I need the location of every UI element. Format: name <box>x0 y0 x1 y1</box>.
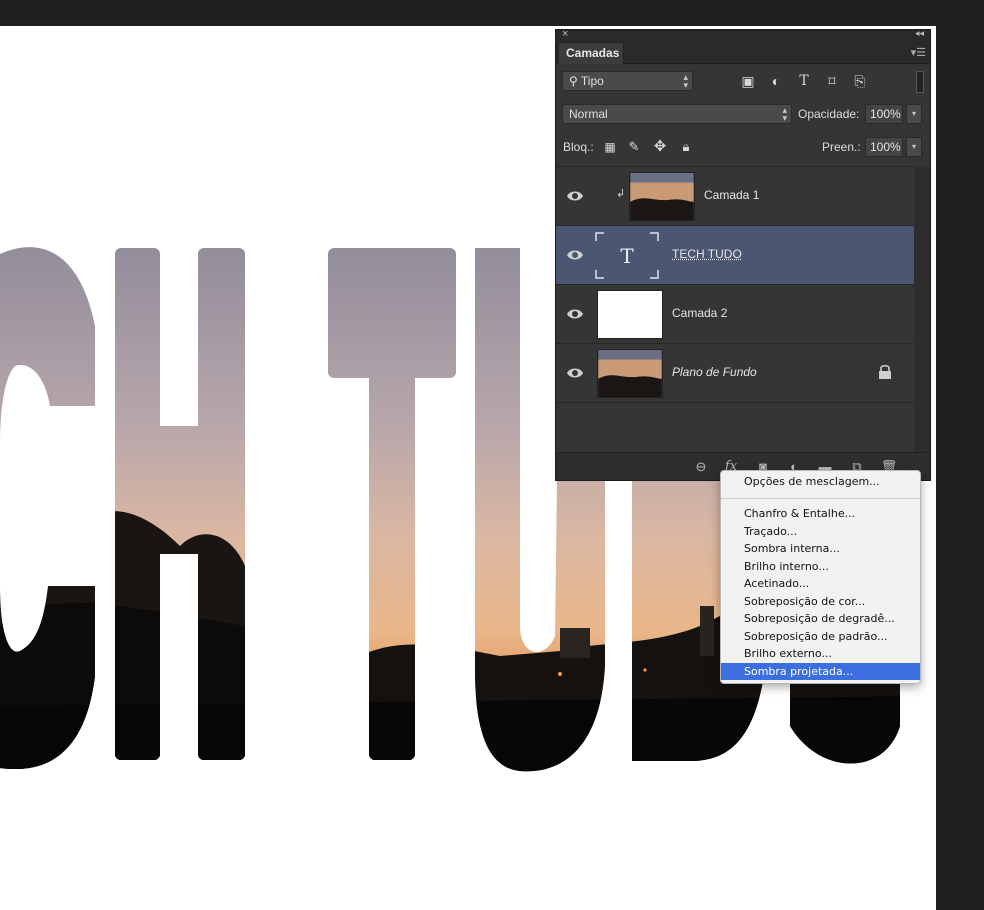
layer-thumbnail <box>597 349 663 398</box>
visibility-eye-icon[interactable] <box>566 305 584 323</box>
menu-item-bevel-emboss[interactable]: Chanfro & Entalhe... <box>721 505 920 523</box>
filter-kind-select[interactable]: ⚲ Tipo ▴ ▾ <box>562 71 693 91</box>
filter-toggle[interactable] <box>916 71 924 93</box>
workspace-background <box>936 0 984 910</box>
menu-item-satin[interactable]: Acetinado... <box>721 575 920 593</box>
close-icon[interactable]: × <box>562 28 568 40</box>
menu-separator <box>721 498 920 499</box>
menu-item-inner-glow[interactable]: Brilho interno... <box>721 558 920 576</box>
layer-thumbnail <box>597 290 663 339</box>
type-glyph: T <box>620 244 634 268</box>
lock-row: Bloq.: ▦ ✎ ✥ 🔒︎ Preen.: 100% ▾ <box>556 137 930 159</box>
fill-label: Preen.: <box>822 140 861 154</box>
layers-scrollbar[interactable] <box>914 166 930 456</box>
layer-name[interactable]: Plano de Fundo <box>672 365 757 379</box>
adjustment-filter-icon[interactable]: ◐ <box>766 71 786 91</box>
layer-name[interactable]: TECH TUDO <box>672 247 742 261</box>
layer-row[interactable]: Plano de Fundo <box>556 344 914 403</box>
lock-pixels-icon[interactable]: ✎ <box>624 137 644 157</box>
clipping-arrow-icon: ↲ <box>616 188 626 200</box>
filter-row: ⚲ Tipo ▴ ▾ ▣ ◐ T ⌑ ⎘ <box>556 71 930 93</box>
lock-transparent-icon[interactable]: ▦ <box>600 137 620 157</box>
opacity-input[interactable]: 100% <box>865 104 903 124</box>
menu-item-drop-shadow[interactable]: Sombra projetada... <box>721 662 920 680</box>
panel-titlebar: × ◂◂ <box>556 28 930 42</box>
menu-item-inner-shadow[interactable]: Sombra interna... <box>721 540 920 558</box>
layer-row[interactable]: T TECH TUDO <box>556 226 914 285</box>
visibility-eye-icon[interactable] <box>566 187 584 205</box>
image-filter-icon[interactable]: ▣ <box>738 71 758 91</box>
layer-row[interactable]: ↲ Camada 1 <box>556 167 914 226</box>
menu-item-gradient-overlay[interactable]: Sobreposição de degradê... <box>721 610 920 628</box>
blend-mode-value: Normal <box>569 107 608 121</box>
search-icon: ⚲ <box>569 74 578 88</box>
menu-item-color-overlay[interactable]: Sobreposição de cor... <box>721 593 920 611</box>
panel-tabs: Camadas ▾☰ <box>556 42 930 64</box>
text-layer-thumbnail: T <box>594 231 660 280</box>
smart-object-filter-icon[interactable]: ⎘ <box>850 71 870 91</box>
blend-mode-select[interactable]: Normal ▴ ▾ <box>562 104 792 124</box>
opacity-label: Opacidade: <box>798 107 860 121</box>
blend-row: Normal ▴ ▾ Opacidade: 100% ▾ <box>556 104 930 126</box>
panel-menu-icon[interactable]: ▾☰ <box>911 46 926 59</box>
collapse-icon[interactable]: ◂◂ <box>915 28 924 39</box>
menu-item-outer-glow[interactable]: Brilho externo... <box>721 645 920 663</box>
layer-name[interactable]: Camada 1 <box>704 188 759 202</box>
visibility-eye-icon[interactable] <box>566 246 584 264</box>
shape-filter-icon[interactable]: ⌑ <box>822 71 842 91</box>
layers-list: ↲ Camada 1 T TECH TUDO Camada 2 Plano de… <box>556 166 914 456</box>
layers-panel: × ◂◂ Camadas ▾☰ ⚲ Tipo ▴ ▾ ▣ ◐ T ⌑ ⎘ Norm… <box>555 28 931 481</box>
fx-context-menu: Opções de mesclagem... Chanfro & Entalhe… <box>720 470 921 684</box>
opacity-dropdown[interactable]: ▾ <box>906 104 922 124</box>
type-filter-icon[interactable]: T <box>794 71 814 91</box>
visibility-eye-icon[interactable] <box>566 364 584 382</box>
select-arrows-icon: ▴ ▾ <box>782 105 787 123</box>
layer-thumbnail <box>629 172 695 221</box>
fill-input[interactable]: 100% <box>865 137 903 157</box>
filter-kind-label: Tipo <box>580 74 604 88</box>
type-layer-icon: T <box>595 232 659 279</box>
layer-lock-icon <box>879 364 891 379</box>
menu-item-stroke[interactable]: Traçado... <box>721 523 920 541</box>
menu-item-blending-options[interactable]: Opções de mesclagem... <box>721 473 920 491</box>
lock-position-icon[interactable]: ✥ <box>650 137 670 157</box>
link-layers-icon[interactable]: ⊖ <box>692 458 710 476</box>
lock-label: Bloq.: <box>563 140 594 154</box>
select-arrows-icon: ▴ ▾ <box>683 72 688 90</box>
lock-all-icon[interactable]: 🔒︎ <box>676 137 696 157</box>
layer-row[interactable]: Camada 2 <box>556 285 914 344</box>
menu-item-pattern-overlay[interactable]: Sobreposição de padrão... <box>721 628 920 646</box>
fill-dropdown[interactable]: ▾ <box>906 137 922 157</box>
layer-name[interactable]: Camada 2 <box>672 306 727 320</box>
tab-layers[interactable]: Camadas <box>558 42 624 64</box>
